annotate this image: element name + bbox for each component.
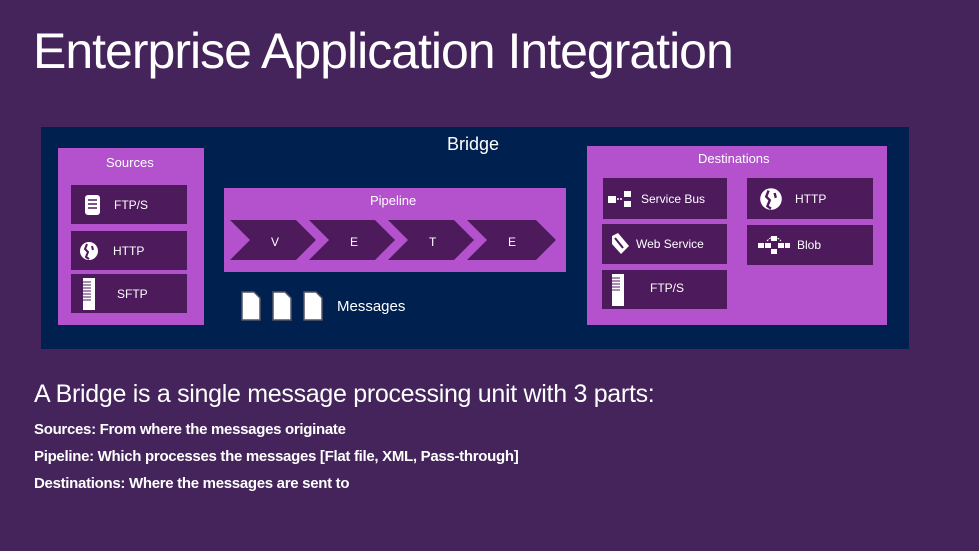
description-bullet-sources: Sources: From where the messages origina… — [34, 421, 346, 438]
description-heading: A Bridge is a single message processing … — [34, 380, 655, 408]
source-item-label: FTP/S — [114, 197, 149, 212]
globe-icon — [77, 238, 101, 264]
bridge-label: Bridge — [447, 134, 500, 154]
page-title: Enterprise Application Integration — [33, 23, 734, 79]
pipeline-label: Pipeline — [370, 193, 417, 208]
description-bullet-destinations: Destinations: Where the messages are sen… — [34, 475, 350, 492]
database-icon — [81, 192, 105, 218]
destination-item-ftps[interactable]: FTP/S — [602, 270, 727, 309]
destination-item-label: FTP/S — [650, 281, 685, 295]
source-item-sftp[interactable]: SFTP — [71, 274, 187, 313]
destination-item-label: HTTP — [795, 191, 827, 206]
server-icon — [606, 273, 630, 306]
destination-item-label: Blob — [797, 238, 822, 252]
destination-item-web-service[interactable]: Web Service — [602, 224, 727, 264]
destination-item-service-bus[interactable]: Service Bus — [603, 178, 727, 219]
stage-label: V — [271, 235, 280, 249]
source-item-label: HTTP — [113, 243, 145, 258]
blob-icon — [757, 232, 791, 258]
destination-item-http[interactable]: HTTP — [747, 178, 873, 219]
globe-icon — [759, 186, 783, 212]
destination-item-label: Service Bus — [641, 191, 706, 206]
source-item-http[interactable]: HTTP — [71, 231, 187, 270]
source-item-label: SFTP — [117, 286, 148, 301]
description-bullet-pipeline: Pipeline: Which processes the messages [… — [34, 448, 519, 465]
stage-label: T — [429, 235, 437, 249]
destinations-label: Destinations — [698, 151, 770, 166]
message-document-icon — [241, 291, 261, 321]
source-item-ftps[interactable]: FTP/S — [71, 185, 187, 224]
stage-label: E — [508, 235, 517, 249]
web-service-icon — [608, 231, 632, 257]
server-icon — [77, 277, 101, 310]
messages-label: Messages — [337, 298, 406, 315]
service-bus-icon — [607, 186, 635, 212]
destination-item-blob[interactable]: Blob — [747, 225, 873, 265]
stage-label: E — [350, 235, 359, 249]
destination-item-label: Web Service — [636, 237, 704, 251]
message-document-icon — [272, 291, 292, 321]
message-document-icon — [303, 291, 323, 321]
sources-label: Sources — [106, 155, 154, 170]
